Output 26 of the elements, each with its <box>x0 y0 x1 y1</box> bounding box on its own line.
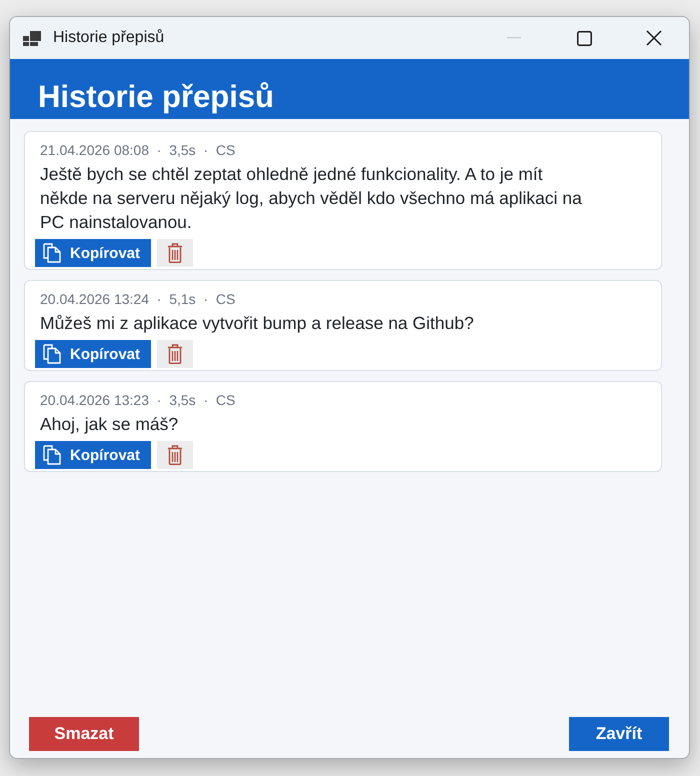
delete-all-button[interactable]: Smazat <box>29 717 139 751</box>
trash-icon <box>167 445 183 465</box>
close-icon <box>646 30 662 46</box>
copy-button[interactable]: Kopírovat <box>35 441 151 469</box>
entry-meta: 21.04.2026 08:08 · 3,5s · CS <box>40 141 236 159</box>
minimize-icon <box>507 37 521 39</box>
entry-meta: 20.04.2026 13:24 · 5,1s · CS <box>40 290 236 308</box>
window-title: Historie přepisů <box>53 29 166 47</box>
delete-button[interactable] <box>157 441 193 469</box>
entry-text: Ještě bych se chtěl zeptat ohledně jedné funkcionality. A to je mít někde na serveru nějaký log, abych věděl kdo všechno má aplikaci na PC nainstalovanou. <box>40 163 583 234</box>
delete-button[interactable] <box>157 239 193 267</box>
copy-icon <box>43 243 61 263</box>
copy-button[interactable]: Kopírovat <box>35 340 151 368</box>
copy-icon <box>43 344 61 364</box>
squares-icon <box>23 30 41 46</box>
copy-button[interactable]: Kopírovat <box>35 239 151 267</box>
entry-text: Ahoj, jak se máš? <box>40 413 180 436</box>
trash-icon <box>167 243 183 263</box>
close-dialog-button[interactable]: Zavřít <box>569 717 669 751</box>
entry-meta: 20.04.2026 13:23 · 3,5s · CS <box>40 391 236 409</box>
maximize-icon <box>576 30 592 46</box>
entry-text: Můžeš mi z aplikace vytvořit bump a release na Github? <box>40 312 475 335</box>
delete-button[interactable] <box>157 340 193 368</box>
page-title: Historie přepisů <box>38 78 274 116</box>
trash-icon <box>167 344 183 364</box>
copy-icon <box>43 445 61 465</box>
